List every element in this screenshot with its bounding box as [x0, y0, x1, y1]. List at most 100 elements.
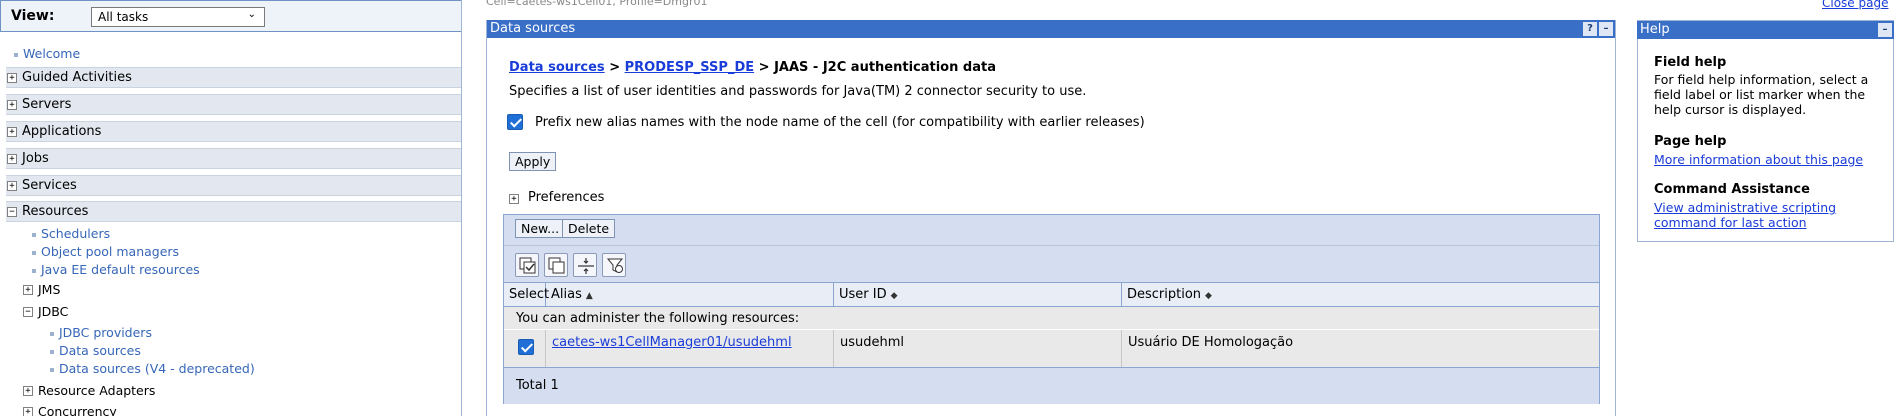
column-select: Select: [504, 283, 550, 307]
page-description: Specifies a list of user identities and …: [509, 84, 1087, 99]
alias-link[interactable]: caetes-ws1CellManager01/usudehml: [552, 335, 792, 350]
bullet-icon: [50, 331, 54, 336]
nav-item-object-pool-managers[interactable]: Object pool managers: [32, 244, 179, 259]
nav-item-java-ee-default-resources[interactable]: Java EE default resources: [32, 262, 200, 277]
help-icon[interactable]: ?: [1583, 22, 1597, 36]
nav-item-concurrency[interactable]: + Concurrency: [22, 404, 117, 416]
alias-cell: caetes-ws1CellManager01/usudehml: [546, 330, 834, 368]
command-assistance-link[interactable]: View administrative scripting command fo…: [1654, 200, 1886, 230]
prefix-alias-checkbox[interactable]: [507, 114, 523, 130]
expand-icon[interactable]: +: [23, 386, 33, 396]
help-title-bar: Help –: [1637, 21, 1894, 39]
deselect-all-icon[interactable]: [544, 253, 568, 277]
minimize-icon[interactable]: –: [1599, 22, 1613, 36]
new-button[interactable]: New...: [515, 219, 566, 238]
breadcrumb-separator: >: [754, 60, 775, 75]
admin-info-row: You can administer the following resourc…: [504, 307, 1599, 329]
breadcrumb-link-data-sources[interactable]: Data sources: [509, 60, 605, 75]
sort-icon[interactable]: ◆: [1205, 291, 1212, 301]
view-select-value: All tasks: [98, 10, 149, 24]
view-bar: View: All tasks ⌄: [0, 0, 461, 32]
collection-table: New... Delete Select Alias ▲ User ID ◆ D…: [503, 214, 1600, 404]
table-row: caetes-ws1CellManager01/usudehml usudehm…: [504, 329, 1599, 368]
bullet-icon: [32, 232, 36, 237]
nav-item-label: Concurrency: [38, 404, 117, 416]
nav-category-label: Applications: [22, 124, 102, 139]
clear-filter-icon[interactable]: [602, 253, 626, 277]
help-title: Help: [1640, 22, 1670, 37]
nav-category-servers[interactable]: + Servers: [6, 94, 461, 115]
bullet-icon: [32, 250, 36, 255]
bullet-icon: [14, 52, 18, 57]
expand-icon[interactable]: +: [7, 181, 17, 191]
sort-icon[interactable]: ▲: [586, 291, 593, 301]
expand-icon[interactable]: +: [7, 100, 17, 110]
row-select-cell: [504, 330, 546, 368]
show-filter-icon[interactable]: [573, 253, 597, 277]
close-page-link[interactable]: Close page: [1822, 0, 1888, 10]
navigation-panel: View: All tasks ⌄ Welcome + Guided Activ…: [0, 0, 462, 416]
expand-icon[interactable]: +: [23, 407, 33, 416]
expand-icon[interactable]: +: [23, 285, 33, 295]
breadcrumb-separator: >: [604, 60, 625, 75]
user-id-cell: usudehml: [834, 330, 1122, 368]
nav-category-jobs[interactable]: + Jobs: [6, 148, 461, 169]
minimize-icon[interactable]: –: [1878, 23, 1892, 37]
field-help-title: Field help: [1654, 55, 1727, 70]
column-description[interactable]: Description ◆: [1122, 283, 1601, 307]
breadcrumb-link-prodesp[interactable]: PRODESP_SSP_DE: [625, 60, 755, 75]
nav-category-label: Guided Activities: [22, 70, 132, 85]
column-user-id[interactable]: User ID ◆: [834, 283, 1122, 307]
delete-button[interactable]: Delete: [562, 219, 616, 238]
nav-welcome-link[interactable]: Welcome: [14, 46, 80, 61]
cell-info: Cell=caetes-ws1Cell01, Profile=Dmgr01: [486, 0, 708, 8]
nav-item-resource-adapters[interactable]: + Resource Adapters: [22, 383, 155, 398]
nav-item-data-sources-v4[interactable]: Data sources (V4 - deprecated): [50, 361, 255, 376]
bullet-icon: [50, 349, 54, 354]
nav-item-schedulers[interactable]: Schedulers: [32, 226, 110, 241]
expand-icon[interactable]: +: [7, 73, 17, 83]
apply-button[interactable]: Apply: [509, 152, 557, 171]
expand-icon[interactable]: +: [7, 154, 17, 164]
nav-category-guided-activities[interactable]: + Guided Activities: [6, 67, 461, 88]
portlet-title-bar: Data sources ? –: [487, 20, 1615, 38]
nav-item-label: Schedulers: [41, 226, 111, 241]
expand-icon[interactable]: +: [509, 194, 519, 204]
nav-welcome-label: Welcome: [23, 46, 81, 61]
prefix-alias-label: Prefix new alias names with the node nam…: [535, 115, 1145, 130]
bullet-icon: [50, 367, 54, 372]
collection-button-bar: New... Delete: [504, 215, 1599, 246]
nav-category-label: Resources: [22, 204, 89, 219]
column-label: Select: [509, 287, 550, 302]
nav-item-jdbc-providers[interactable]: JDBC providers: [50, 325, 152, 340]
command-assistance-title: Command Assistance: [1654, 182, 1810, 197]
expand-icon[interactable]: +: [7, 127, 17, 137]
nav-category-label: Services: [22, 178, 77, 193]
row-select-checkbox[interactable]: [518, 339, 534, 355]
nav-item-label: Data sources (V4 - deprecated): [59, 361, 255, 376]
field-help-text: For field help information, select a fie…: [1654, 72, 1869, 117]
preferences-label[interactable]: Preferences: [528, 190, 604, 205]
data-sources-portlet: Data sources ? – Data sources > PRODESP_…: [486, 20, 1616, 416]
nav-item-jdbc[interactable]: − JDBC: [22, 304, 68, 319]
sort-icon[interactable]: ◆: [891, 291, 898, 301]
collapse-icon[interactable]: −: [23, 307, 33, 317]
nav-item-data-sources[interactable]: Data sources: [50, 343, 141, 358]
nav-category-applications[interactable]: + Applications: [6, 121, 461, 142]
nav-item-jms[interactable]: + JMS: [22, 282, 60, 297]
nav-item-label: Resource Adapters: [38, 383, 156, 398]
column-label: User ID: [839, 287, 887, 302]
page-help-link[interactable]: More information about this page: [1654, 152, 1886, 167]
column-alias[interactable]: Alias ▲: [546, 283, 834, 307]
view-select[interactable]: All tasks ⌄: [91, 7, 265, 27]
nav-category-services[interactable]: + Services: [6, 175, 461, 196]
help-portlet: Help – Field help For field help informa…: [1637, 20, 1894, 242]
collapse-icon[interactable]: −: [7, 207, 17, 217]
nav-item-label: Java EE default resources: [41, 262, 200, 277]
collection-icon-bar: [504, 246, 1599, 283]
portlet-title: Data sources: [490, 21, 576, 36]
select-all-icon[interactable]: [515, 253, 539, 277]
table-header: Select Alias ▲ User ID ◆ Description ◆: [504, 283, 1599, 307]
nav-category-resources[interactable]: − Resources: [6, 201, 461, 222]
view-label: View:: [11, 8, 55, 24]
